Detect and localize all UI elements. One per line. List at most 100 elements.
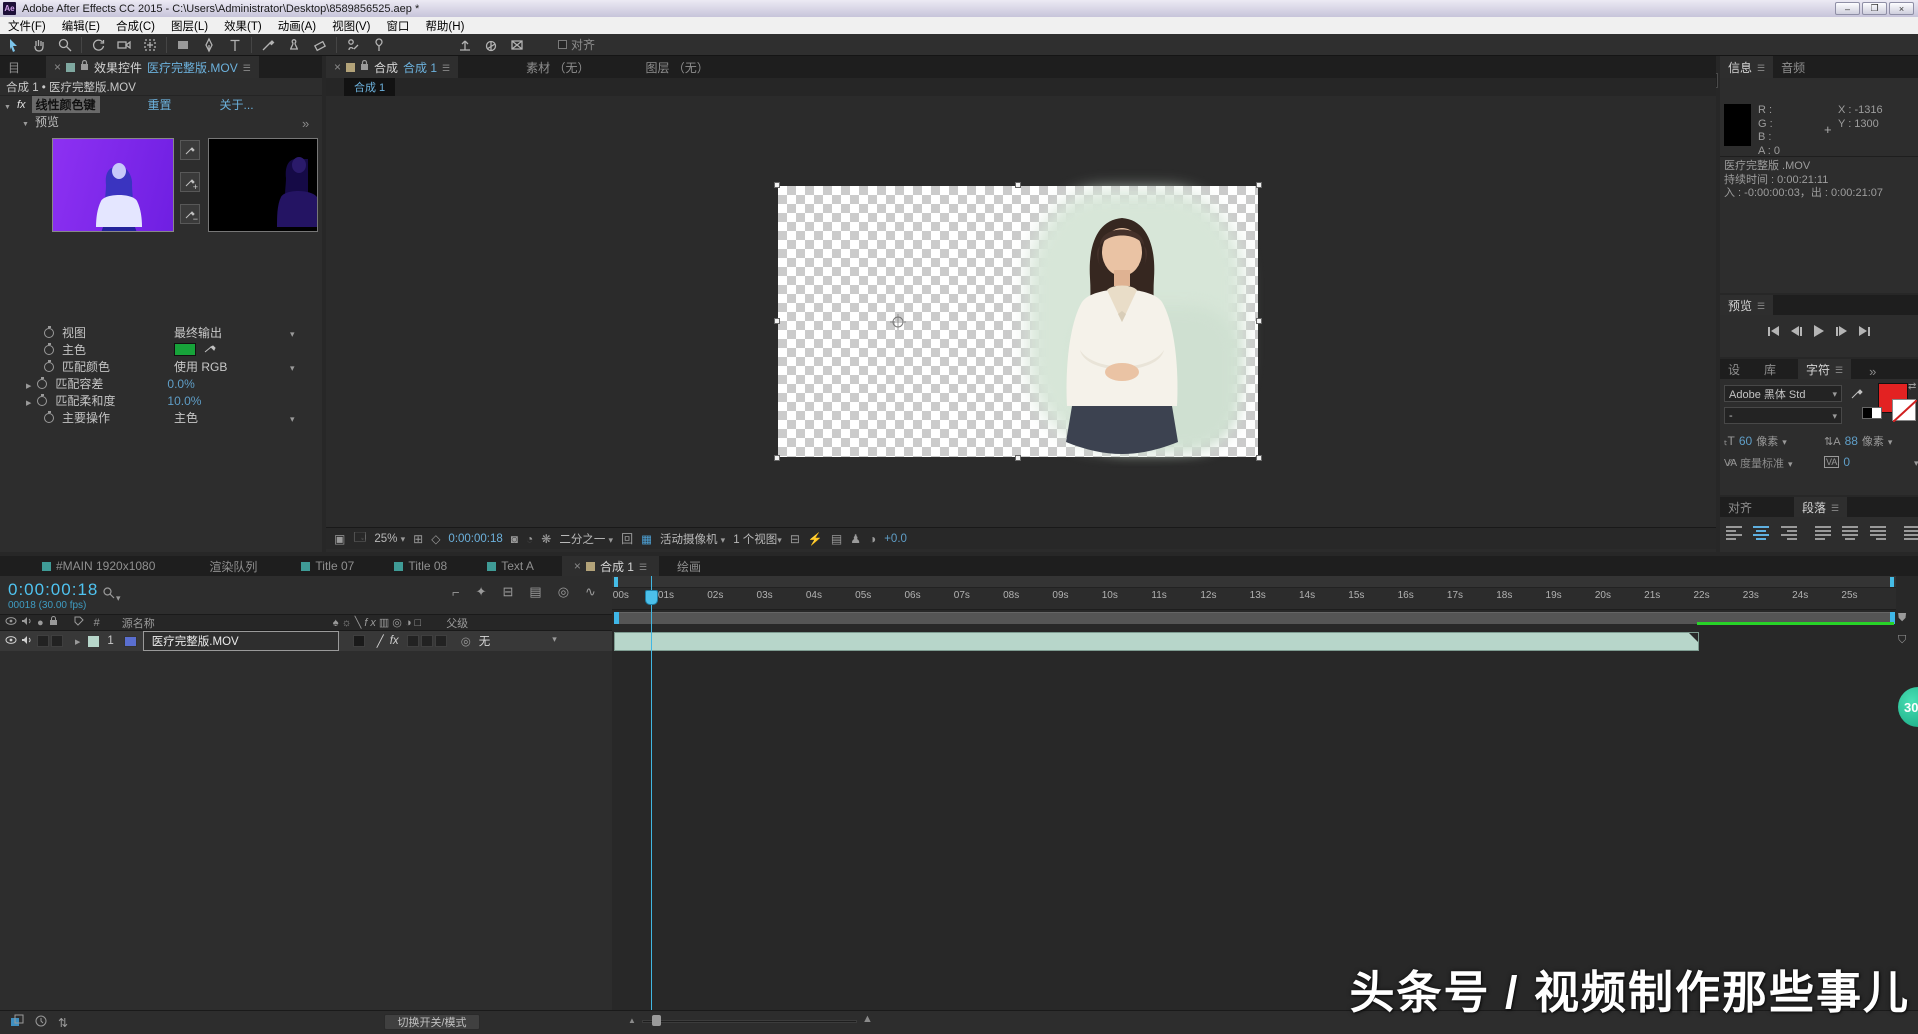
composition-image[interactable] bbox=[778, 186, 1258, 457]
stopwatch-icon[interactable] bbox=[44, 345, 54, 355]
layer-switch-box[interactable] bbox=[407, 635, 419, 647]
snapping-checkbox[interactable] bbox=[558, 40, 567, 49]
nav-end-handle[interactable] bbox=[1890, 577, 1894, 587]
leading-control[interactable]: ⇅A 88像素 bbox=[1824, 433, 1892, 449]
stroke-color-swatch[interactable] bbox=[1892, 399, 1916, 421]
selection-tool[interactable] bbox=[0, 35, 26, 55]
tab-effect-controls[interactable]: 效果控件 医疗完整版.MOV bbox=[46, 56, 259, 78]
key-color-swatch[interactable] bbox=[174, 343, 196, 356]
camera-tool[interactable] bbox=[111, 35, 137, 55]
zoom-tool[interactable] bbox=[52, 35, 78, 55]
first-frame-button[interactable] bbox=[1768, 326, 1779, 336]
layer-row-1[interactable]: 1 医疗完整版.MOV ╱ fx ◎ 无 bbox=[0, 631, 612, 651]
puppet-pin-tool[interactable] bbox=[366, 35, 392, 55]
mask-visibility-icon[interactable]: ◇ bbox=[431, 532, 440, 546]
axis-mode-world[interactable] bbox=[478, 35, 504, 55]
transform-handle[interactable] bbox=[774, 455, 780, 461]
region-of-interest-icon[interactable]: 回 bbox=[621, 530, 633, 547]
clone-stamp-tool[interactable] bbox=[281, 35, 307, 55]
tab-title08[interactable]: Title 08 bbox=[382, 556, 459, 576]
work-area-start[interactable] bbox=[614, 612, 619, 624]
tab-align[interactable]: 对齐 bbox=[1720, 497, 1760, 517]
softness-value[interactable]: 10.0% bbox=[167, 394, 201, 408]
pixel-aspect-icon[interactable]: ⊟ bbox=[790, 532, 800, 546]
transform-handle[interactable] bbox=[1015, 182, 1021, 188]
view-layout-dropdown[interactable]: 1 个视图 bbox=[733, 531, 782, 547]
type-tool[interactable] bbox=[222, 35, 248, 55]
main-operation-dropdown[interactable]: 主色 bbox=[174, 409, 198, 426]
close-button[interactable]: × bbox=[1889, 2, 1914, 15]
exposure-value[interactable]: +0.0 bbox=[884, 533, 907, 545]
tab-preview[interactable]: 预览 bbox=[1720, 295, 1773, 315]
panel-menu-icon[interactable] bbox=[1831, 500, 1839, 514]
transform-handle[interactable] bbox=[774, 318, 780, 324]
zoom-out-mountain-icon[interactable]: ▲ bbox=[628, 1016, 636, 1025]
tab-composition[interactable]: 合成 合成 1 bbox=[326, 56, 458, 78]
menu-item[interactable]: 图层(L) bbox=[163, 18, 216, 34]
close-tab-icon[interactable] bbox=[334, 60, 341, 74]
close-tab-icon[interactable] bbox=[54, 60, 61, 74]
roto-brush-tool[interactable] bbox=[340, 35, 366, 55]
playhead-handle[interactable] bbox=[645, 590, 658, 605]
stopwatch-icon[interactable] bbox=[44, 413, 54, 423]
menu-item[interactable]: 合成(C) bbox=[108, 18, 163, 34]
tab-audio[interactable]: 音频 bbox=[1773, 56, 1813, 78]
brush-tool[interactable] bbox=[255, 35, 281, 55]
timeline-zoom-slider[interactable] bbox=[642, 1020, 857, 1023]
panel-menu-icon[interactable] bbox=[243, 60, 251, 74]
justify-all-button[interactable] bbox=[1900, 523, 1918, 543]
tracking-control[interactable]: VA 0 bbox=[1824, 455, 1918, 469]
panel-menu-icon[interactable] bbox=[1757, 60, 1765, 74]
add-eyedropper-button[interactable]: + bbox=[180, 172, 200, 192]
layer-parent-dropdown[interactable]: 无 bbox=[479, 633, 557, 649]
primary-viewer-icon[interactable]: 🗔 bbox=[353, 528, 366, 549]
layer-audio-icon[interactable] bbox=[21, 635, 32, 648]
param-row-main-operation[interactable]: 主要操作 主色 bbox=[0, 409, 322, 426]
transform-handle[interactable] bbox=[1256, 182, 1262, 188]
layer-name[interactable]: 医疗完整版.MOV bbox=[143, 631, 339, 651]
effect-name[interactable]: 线性颜色键 bbox=[32, 96, 100, 113]
match-color-dropdown[interactable]: 使用 RGB bbox=[174, 358, 227, 375]
param-row-tolerance[interactable]: 匹配容差 0.0% bbox=[0, 375, 322, 392]
transparency-grid-icon[interactable]: ▦ bbox=[641, 532, 652, 546]
live-update-icon[interactable] bbox=[34, 1014, 48, 1031]
stopwatch-icon[interactable] bbox=[37, 379, 47, 389]
panel-menu-icon[interactable] bbox=[1757, 298, 1765, 312]
panel-menu-icon[interactable] bbox=[442, 60, 450, 74]
tab-footage[interactable]: 素材 （无） bbox=[518, 56, 597, 78]
layer-fx-icon[interactable]: fx bbox=[390, 635, 399, 647]
tab-render-queue[interactable]: 渲染队列 bbox=[197, 556, 269, 576]
layer-video-icon[interactable] bbox=[5, 635, 17, 648]
effect-header-row[interactable]: fx 线性颜色键 重置 关于... bbox=[0, 96, 322, 113]
toggle-switches-modes-button[interactable]: 切换开关/模式 bbox=[384, 1014, 480, 1030]
tab-info[interactable]: 信息 bbox=[1720, 56, 1773, 78]
align-right-button[interactable] bbox=[1776, 523, 1800, 543]
layer-expand-icon[interactable] bbox=[75, 635, 80, 647]
dropdown-icon[interactable] bbox=[290, 411, 295, 425]
menu-item[interactable]: 帮助(H) bbox=[417, 18, 472, 34]
resolution-dropdown[interactable]: 二分之一 bbox=[559, 531, 613, 547]
expand-icon[interactable] bbox=[26, 394, 31, 408]
menu-item[interactable]: 文件(F) bbox=[0, 18, 54, 34]
show-snapshot-icon[interactable]: ◔ bbox=[526, 532, 533, 546]
tab-project[interactable]: 目 bbox=[0, 56, 28, 78]
layer-shy-box[interactable] bbox=[353, 635, 365, 647]
stopwatch-icon[interactable] bbox=[37, 396, 47, 406]
menu-item[interactable]: 动画(A) bbox=[270, 18, 324, 34]
parent-pickwhip-icon[interactable]: ◎ bbox=[461, 634, 471, 648]
tab-overflow-icon[interactable] bbox=[1869, 364, 1876, 379]
key-color-eyedropper-icon[interactable] bbox=[204, 342, 218, 357]
layer-lock-box[interactable] bbox=[51, 635, 63, 647]
comp-marker-bin-icon[interactable]: ⛉ bbox=[1898, 634, 1906, 647]
timeline-nav-strip[interactable] bbox=[612, 576, 1896, 588]
next-frame-button[interactable] bbox=[1836, 326, 1847, 336]
timeline-current-time[interactable]: 0:00:00:18 bbox=[8, 580, 98, 600]
title-bar[interactable]: Ae Adobe After Effects CC 2015 - C:\User… bbox=[0, 0, 1918, 17]
hand-tool[interactable] bbox=[26, 35, 52, 55]
minimize-button[interactable]: – bbox=[1835, 2, 1860, 15]
layer-label-chip[interactable] bbox=[88, 636, 99, 647]
grid-options-icon[interactable]: ⊞ bbox=[413, 532, 423, 546]
pan-behind-tool[interactable] bbox=[137, 35, 163, 55]
pen-tool[interactable] bbox=[196, 35, 222, 55]
drag-handles-icon[interactable]: ⇅ bbox=[58, 1016, 68, 1030]
